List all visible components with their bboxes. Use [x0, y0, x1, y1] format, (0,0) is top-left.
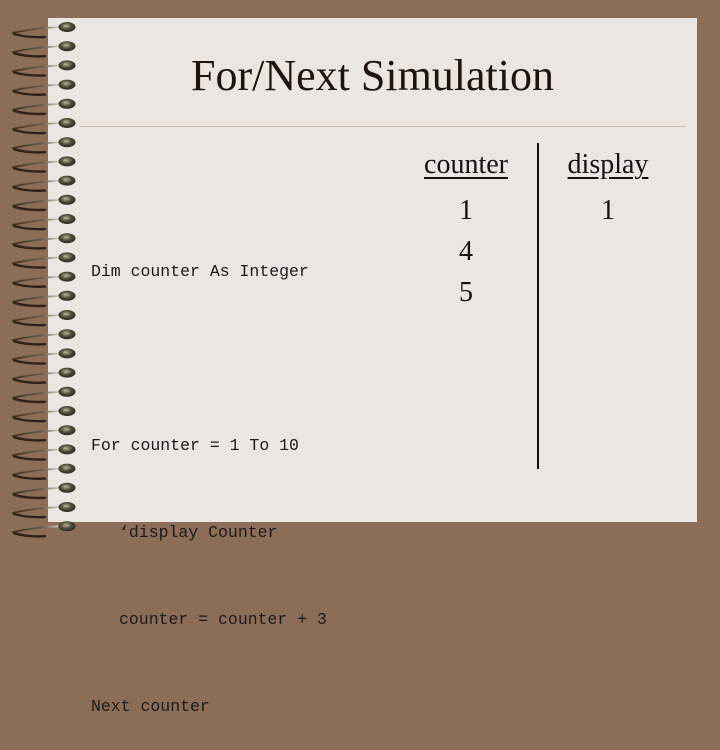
- spiral-ring: [12, 444, 76, 461]
- spiral-ring: [12, 194, 76, 212]
- spiral-ring: [12, 463, 76, 480]
- slide-title: For/Next Simulation: [191, 51, 554, 100]
- spiral-ring: [12, 386, 76, 404]
- spiral-ring: [12, 175, 76, 192]
- spiral-ring: [12, 137, 76, 154]
- column-divider: [537, 143, 539, 469]
- spiral-ring: [12, 482, 76, 500]
- spiral-ring: [12, 22, 76, 39]
- column-header: display: [567, 149, 649, 180]
- trace-value: 4: [459, 236, 473, 267]
- trace-value: 5: [459, 277, 473, 308]
- code-line: counter = counter + 3: [119, 610, 327, 629]
- spiral-ring: [12, 406, 76, 423]
- title-divider: [80, 126, 685, 127]
- spiral-ring: [12, 290, 76, 308]
- code-line: For counter = 1 To 10: [91, 436, 299, 455]
- spiral-ring: [12, 214, 76, 231]
- spiral-ring: [12, 310, 76, 327]
- spiral-ring: [12, 348, 76, 365]
- code-line: ‘display Counter: [119, 523, 278, 542]
- column-header: counter: [424, 149, 508, 180]
- spiral-ring: [12, 521, 76, 538]
- trace-value: 1: [601, 195, 615, 226]
- trace-column-counter: counter 1 4 5: [414, 148, 518, 313]
- spiral-ring: [12, 271, 76, 288]
- spiral-ring: [12, 425, 76, 442]
- trace-value: 1: [459, 195, 473, 226]
- spiral-ring: [12, 329, 76, 346]
- spiral-ring: [12, 156, 76, 173]
- spiral-ring: [12, 233, 76, 250]
- code-line: Dim counter As Integer: [91, 262, 309, 281]
- trace-column-display: display 1: [556, 148, 660, 231]
- spiral-ring: [12, 252, 76, 269]
- spiral-ring: [12, 118, 76, 135]
- spiral-ring: [12, 367, 76, 384]
- code-line: Next counter: [91, 697, 210, 716]
- spiral-ring: [12, 98, 76, 116]
- code-block: Dim counter As Integer For counter = 1 T…: [91, 199, 327, 750]
- spiral-ring: [12, 502, 76, 519]
